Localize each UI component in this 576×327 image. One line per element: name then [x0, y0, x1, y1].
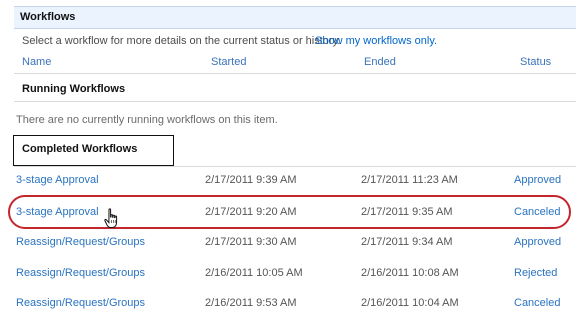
workflow-status-link[interactable]: Canceled	[514, 206, 560, 218]
workflow-name-link[interactable]: Reassign/Request/Groups	[16, 267, 145, 279]
workflow-name-link[interactable]: 3-stage Approval	[16, 174, 99, 186]
workflow-ended: 2/17/2011 9:35 AM	[361, 206, 453, 218]
column-header-ended[interactable]: Ended	[364, 56, 396, 68]
workflow-status-link[interactable]: Approved	[514, 236, 561, 248]
workflow-name-link[interactable]: 3-stage Approval	[16, 206, 99, 218]
divider	[14, 166, 576, 167]
workflow-started: 2/17/2011 9:20 AM	[205, 206, 297, 218]
instruction-text: Select a workflow for more details on th…	[22, 35, 341, 47]
workflow-ended: 2/16/2011 10:04 AM	[361, 297, 459, 309]
workflow-started: 2/16/2011 10:05 AM	[205, 267, 303, 279]
running-workflows-heading: Running Workflows	[22, 83, 126, 95]
workflow-ended: 2/17/2011 9:34 AM	[361, 236, 453, 248]
workflow-name-link[interactable]: Reassign/Request/Groups	[16, 236, 145, 248]
workflow-started: 2/16/2011 9:53 AM	[205, 297, 297, 309]
show-my-workflows-link[interactable]: Show my workflows only.	[315, 35, 437, 47]
hand-pointer-icon	[104, 208, 118, 228]
workflow-started: 2/17/2011 9:30 AM	[205, 236, 297, 248]
workflows-header-bar	[14, 6, 576, 29]
column-header-name[interactable]: Name	[22, 56, 51, 68]
workflow-ended: 2/16/2011 10:08 AM	[361, 267, 459, 279]
workflows-title: Workflows	[20, 11, 76, 23]
divider	[14, 101, 576, 102]
divider	[14, 73, 576, 74]
workflow-started: 2/17/2011 9:39 AM	[205, 174, 297, 186]
column-header-status[interactable]: Status	[520, 56, 551, 68]
workflow-status-link[interactable]: Rejected	[514, 267, 557, 279]
workflow-status-link[interactable]: Approved	[514, 174, 561, 186]
column-header-started[interactable]: Started	[211, 56, 246, 68]
completed-workflows-heading: Completed Workflows	[22, 143, 138, 155]
workflow-ended: 2/17/2011 11:23 AM	[361, 174, 458, 186]
no-running-workflows-message: There are no currently running workflows…	[16, 114, 278, 126]
workflow-status-link[interactable]: Canceled	[514, 297, 560, 309]
workflow-name-link[interactable]: Reassign/Request/Groups	[16, 297, 145, 309]
